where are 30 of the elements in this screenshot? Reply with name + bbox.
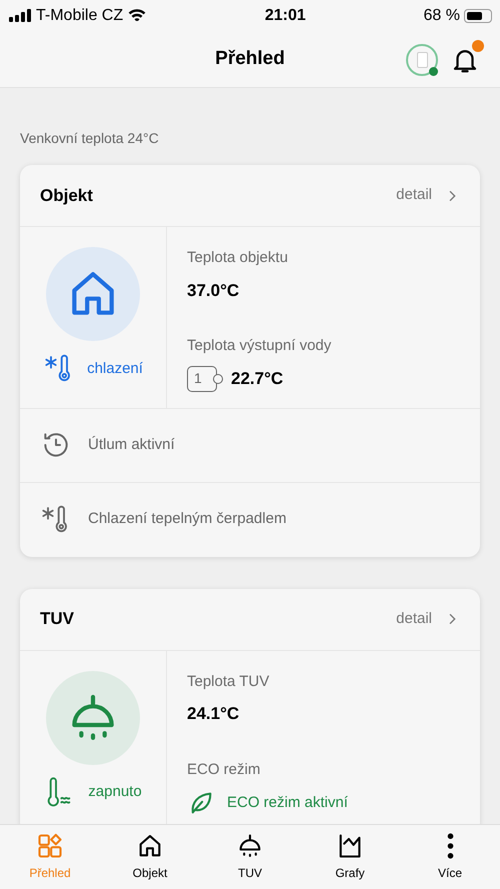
- battery-icon: [464, 9, 492, 23]
- tab[interactable]: Více: [400, 825, 500, 889]
- device-button[interactable]: [406, 44, 438, 76]
- grid-icon: [36, 832, 64, 860]
- metric-value: 37.0°C: [187, 280, 240, 302]
- outdoor-temperature: Venkovní teplota 24°C: [19, 129, 160, 148]
- card-title: TUV: [40, 608, 74, 630]
- page-title: Přehled: [215, 47, 285, 72]
- metric-value: 24.1°C: [187, 703, 240, 725]
- eco-status: ECO režim aktivní: [227, 792, 348, 813]
- mode-status: zapnuto: [88, 782, 142, 802]
- metric-value: 22.7°C: [231, 368, 284, 390]
- metric-label: Teplota TUV: [187, 672, 270, 692]
- tab[interactable]: Grafy: [300, 825, 400, 889]
- signal-icon: [8, 8, 32, 24]
- info-text: Útlum aktivní: [88, 434, 175, 455]
- info-text: Chlazení tepelným čerpadlem: [88, 509, 286, 530]
- battery-percent: 68 %: [424, 6, 460, 26]
- mode-status: chlazení: [87, 358, 143, 379]
- metric-label: Teplota výstupní vody: [187, 336, 332, 356]
- more-icon: [446, 832, 454, 860]
- carrier-name: T-Mobile CZ: [36, 6, 124, 26]
- metric-label: ECO režim: [187, 760, 262, 780]
- tab[interactable]: Objekt: [100, 825, 200, 889]
- tab[interactable]: TUV: [200, 825, 300, 889]
- card-title: Objekt: [40, 184, 93, 207]
- detail-link[interactable]: detail: [396, 184, 460, 207]
- metric-label: Teplota objektu: [187, 248, 289, 268]
- detail-link[interactable]: detail: [396, 608, 460, 630]
- clock-time: 21:01: [264, 6, 306, 26]
